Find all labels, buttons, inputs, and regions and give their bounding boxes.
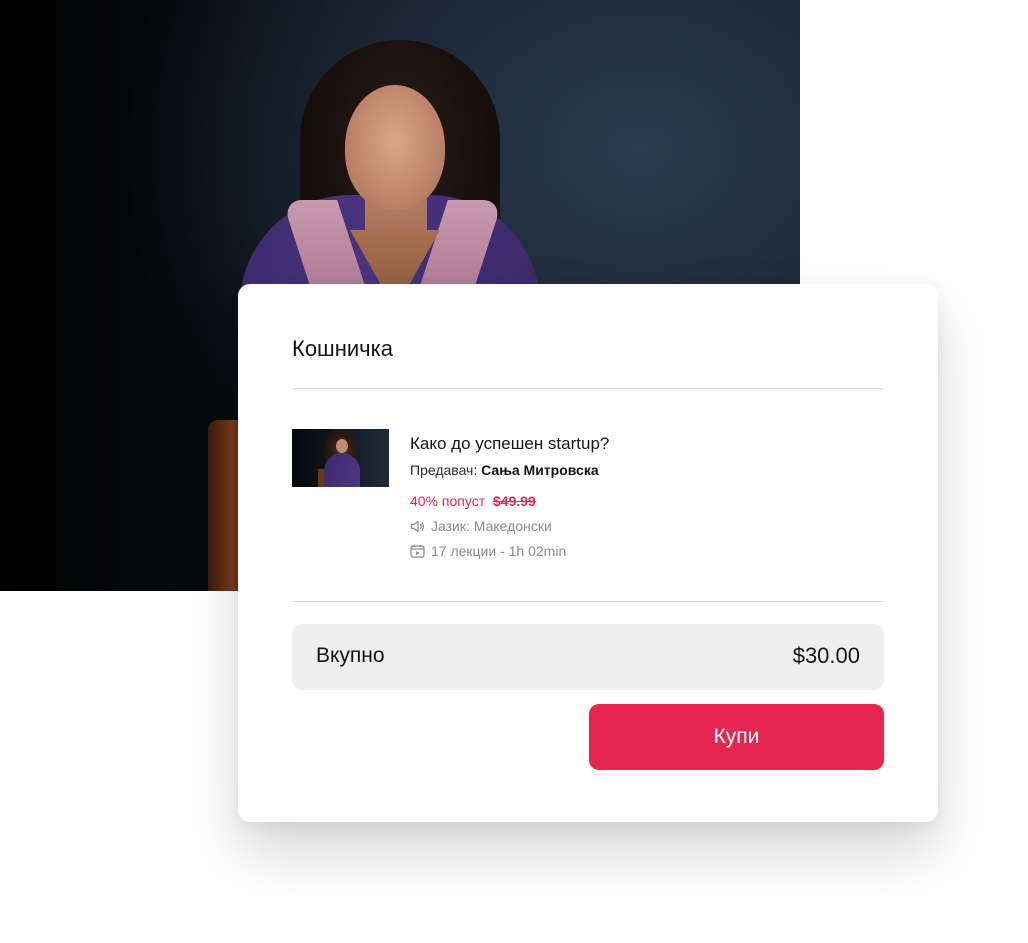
course-title[interactable]: Како до успешен startup? xyxy=(410,434,609,454)
instructor-line: Предавач: Сања Митровска xyxy=(410,462,599,478)
cart-card: Кошничка Како до успешен startup? Предав… xyxy=(238,284,938,822)
course-thumbnail[interactable] xyxy=(292,429,389,487)
video-calendar-icon xyxy=(410,544,425,558)
instructor-name: Сања Митровска xyxy=(481,462,599,478)
lessons-line: 17 лекции - 1h 02min xyxy=(410,543,566,559)
old-price: $49.99 xyxy=(493,493,536,509)
total-label: Вкупно xyxy=(316,644,385,667)
language-text: Јазик: Македонски xyxy=(431,518,552,534)
instructor-label: Предавач: xyxy=(410,462,478,478)
language-line: Јазик: Македонски xyxy=(410,518,552,534)
total-value: $30.00 xyxy=(792,643,860,668)
cart-title: Кошничка xyxy=(292,336,393,361)
discount-text: 40% попуст xyxy=(410,493,486,509)
presenter-face xyxy=(345,85,445,210)
divider xyxy=(292,601,884,602)
speaker-icon xyxy=(410,520,425,533)
divider xyxy=(292,388,884,389)
buy-button[interactable]: Купи xyxy=(589,704,884,770)
discount-line: 40% попуст $49.99 xyxy=(410,493,536,509)
total-row: Вкупно $30.00 xyxy=(292,624,884,690)
lessons-text: 17 лекции - 1h 02min xyxy=(431,543,567,559)
